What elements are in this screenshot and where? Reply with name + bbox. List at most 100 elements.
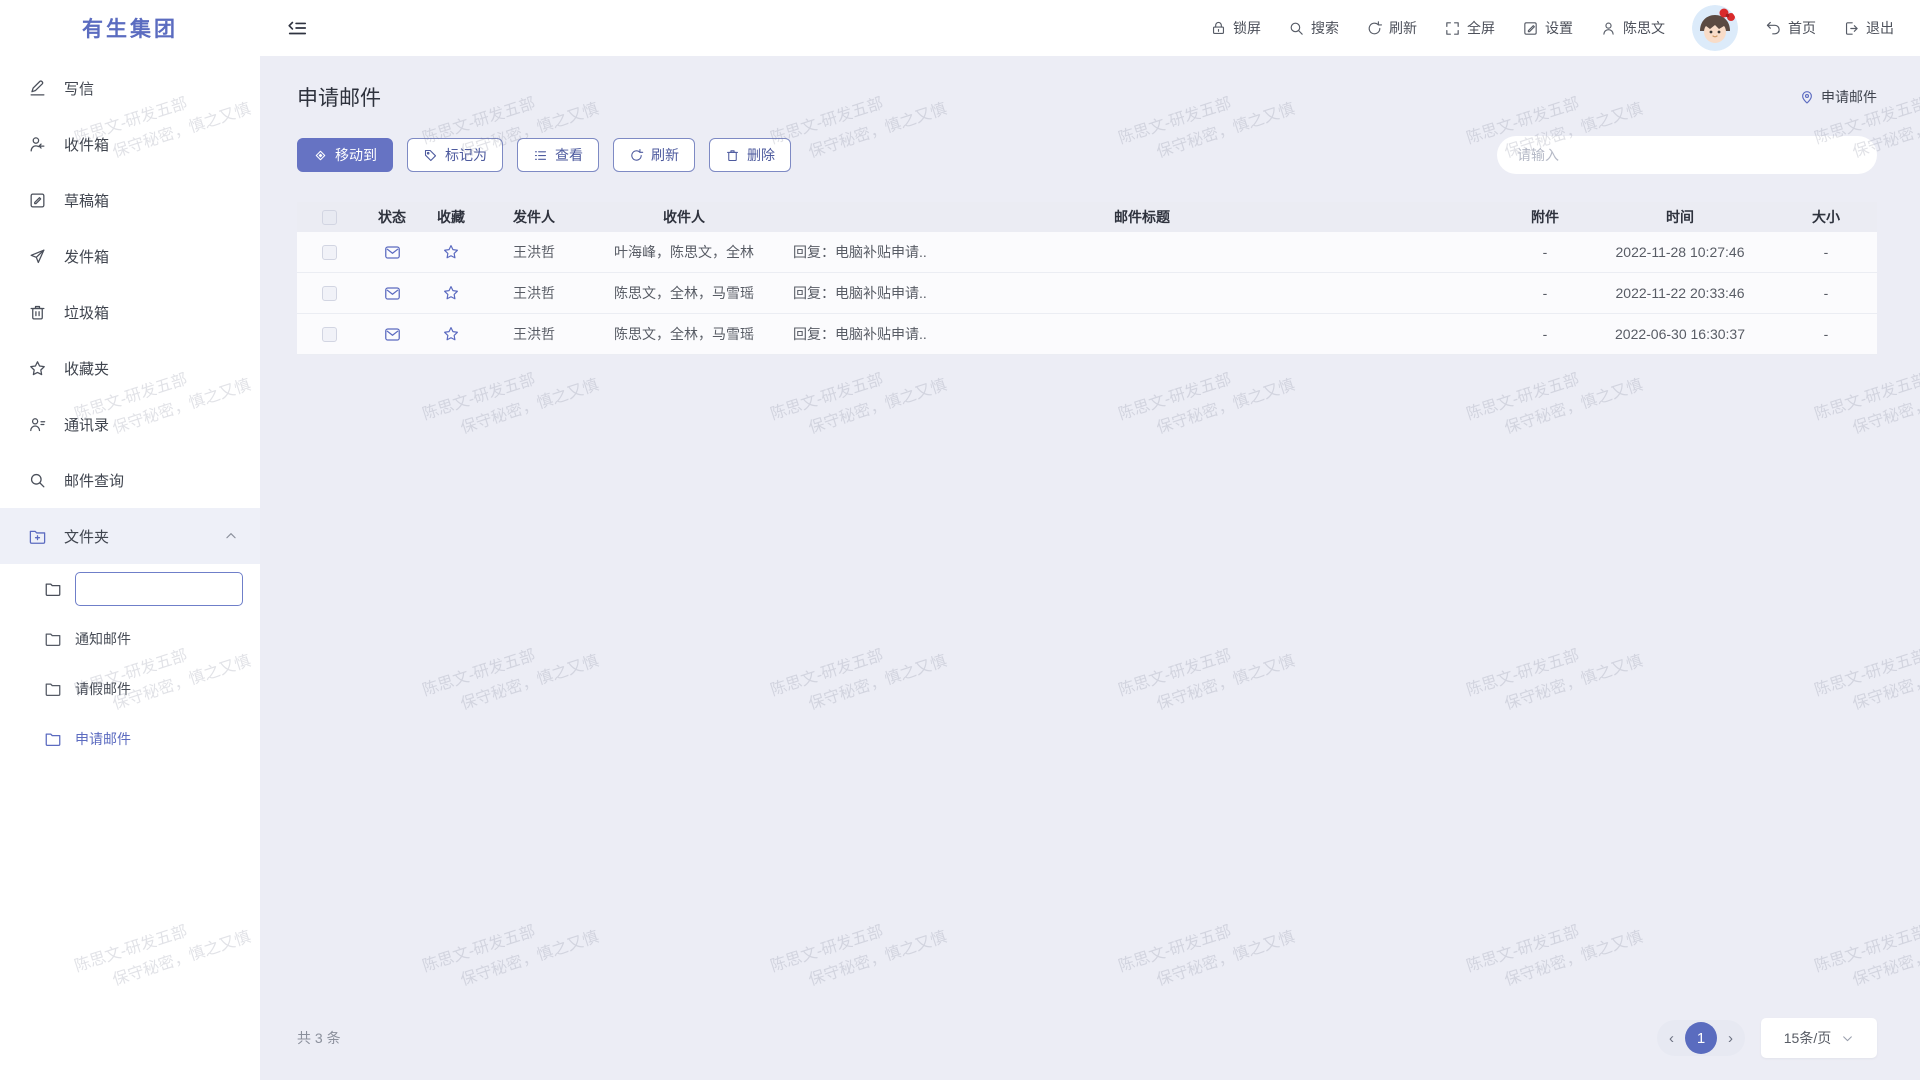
mail-status-icon [383, 284, 402, 303]
recipients: 陈思文，全林，马雪瑶 [589, 283, 779, 303]
logout-button[interactable]: 退出 [1843, 18, 1894, 38]
action-label: 退出 [1866, 18, 1894, 38]
refresh-button[interactable]: 刷新 [1366, 18, 1417, 38]
send-icon [28, 247, 47, 266]
toolbar: 移动到 标记为 查看 刷新 删除 [297, 136, 1877, 174]
topbar: 锁屏 搜索 刷新 全屏 设置 陈思文 首页 [260, 0, 1920, 56]
recipients: 陈思文，全林，马雪瑶 [589, 324, 779, 344]
sidebar-item-inbox[interactable]: 收件箱 [0, 116, 260, 172]
table-row[interactable]: 王洪哲 陈思文，全林，马雪瑶 回复：电脑补贴申请.. - 2022-11-22 … [297, 273, 1877, 314]
search-icon [28, 471, 47, 490]
avatar[interactable] [1692, 5, 1738, 51]
sidebar-item-label: 草稿箱 [64, 190, 109, 211]
move-to-button[interactable]: 移动到 [297, 138, 393, 172]
user-icon [1600, 20, 1617, 37]
col-time: 时间 [1585, 207, 1775, 227]
row-checkbox[interactable] [322, 327, 337, 342]
contacts-icon [28, 415, 47, 434]
button-label: 查看 [555, 145, 583, 165]
select-all-checkbox[interactable] [322, 210, 337, 225]
sidebar-item-label: 写信 [64, 78, 94, 99]
fullscreen-button[interactable]: 全屏 [1444, 18, 1495, 38]
col-subject: 邮件标题 [779, 207, 1505, 227]
favorite-star-icon[interactable] [442, 325, 460, 343]
sidebar-item-label: 邮件查询 [64, 470, 124, 491]
page-size-value: 15条/页 [1784, 1028, 1831, 1048]
table-row[interactable]: 王洪哲 陈思文，全林，马雪瑶 回复：电脑补贴申请.. - 2022-06-30 … [297, 314, 1877, 355]
button-label: 删除 [747, 145, 775, 165]
sender: 王洪哲 [479, 324, 589, 344]
sidebar-item-folders[interactable]: 文件夹 [0, 508, 260, 564]
menu-fold-icon[interactable] [286, 17, 308, 39]
refresh-icon [629, 148, 644, 163]
favorite-star-icon[interactable] [442, 284, 460, 302]
sender: 王洪哲 [479, 242, 589, 262]
folder-item-leave[interactable]: 请假邮件 [0, 664, 260, 714]
folder-plus-icon [28, 527, 47, 546]
total-count: 共 3 条 [297, 1028, 341, 1048]
sidebar-item-trash[interactable]: 垃圾箱 [0, 284, 260, 340]
attachment: - [1505, 244, 1585, 260]
sidebar-item-mail-query[interactable]: 邮件查询 [0, 452, 260, 508]
current-user[interactable]: 陈思文 [1600, 18, 1665, 38]
prev-page-button[interactable]: ‹ [1669, 1031, 1674, 1046]
refresh-icon [1366, 20, 1383, 37]
view-button[interactable]: 查看 [517, 138, 599, 172]
sidebar-item-favorites[interactable]: 收藏夹 [0, 340, 260, 396]
subject: 回复：电脑补贴申请.. [779, 283, 1505, 303]
folder-item-application[interactable]: 申请邮件 [0, 714, 260, 764]
breadcrumb-label: 申请邮件 [1821, 87, 1877, 107]
action-label: 搜索 [1311, 18, 1339, 38]
attachment: - [1505, 326, 1585, 342]
page-size-select[interactable]: 15条/页 [1761, 1018, 1877, 1058]
col-sender: 发件人 [479, 207, 589, 227]
recipients: 叶海峰，陈思文，全林 [589, 242, 779, 262]
col-size: 大小 [1775, 207, 1877, 227]
size: - [1775, 326, 1877, 342]
subject: 回复：电脑补贴申请.. [779, 242, 1505, 262]
new-folder-input[interactable] [75, 572, 243, 606]
breadcrumb[interactable]: 申请邮件 [1799, 87, 1877, 107]
row-checkbox[interactable] [322, 286, 337, 301]
home-button[interactable]: 首页 [1765, 18, 1816, 38]
mail-search-input[interactable] [1497, 136, 1877, 174]
refresh-list-button[interactable]: 刷新 [613, 138, 695, 172]
sidebar-item-sent[interactable]: 发件箱 [0, 228, 260, 284]
avatar-image [1692, 5, 1738, 51]
search-button[interactable]: 搜索 [1288, 18, 1339, 38]
row-checkbox[interactable] [322, 245, 337, 260]
size: - [1775, 244, 1877, 260]
delete-button[interactable]: 删除 [709, 138, 791, 172]
lock-screen-button[interactable]: 锁屏 [1210, 18, 1261, 38]
action-label: 设置 [1545, 18, 1573, 38]
button-label: 移动到 [335, 145, 377, 165]
mark-as-button[interactable]: 标记为 [407, 138, 503, 172]
chevron-down-icon [1841, 1032, 1854, 1045]
pager: ‹ 1 › [1657, 1020, 1745, 1056]
button-label: 标记为 [445, 145, 487, 165]
sidebar-item-label: 通讯录 [64, 414, 109, 435]
current-page[interactable]: 1 [1685, 1022, 1717, 1054]
lock-icon [1210, 20, 1227, 37]
sidebar-item-label: 发件箱 [64, 246, 109, 267]
settings-button[interactable]: 设置 [1522, 18, 1573, 38]
chevron-up-icon[interactable] [224, 529, 238, 543]
location-pin-icon [1799, 89, 1815, 105]
next-page-button[interactable]: › [1728, 1031, 1733, 1046]
tag-icon [423, 148, 438, 163]
folder-item-notice[interactable]: 通知邮件 [0, 614, 260, 664]
action-label: 锁屏 [1233, 18, 1261, 38]
trash-icon [725, 148, 740, 163]
mail-status-icon [383, 243, 402, 262]
folder-icon [44, 730, 62, 748]
table-row[interactable]: 王洪哲 叶海峰，陈思文，全林 回复：电脑补贴申请.. - 2022-11-28 … [297, 232, 1877, 273]
mail-table: 状态 收藏 发件人 收件人 邮件标题 附件 时间 大小 王洪哲 叶海峰，陈思文，… [297, 202, 1877, 355]
folder-item-label: 请假邮件 [75, 679, 131, 699]
sidebar-item-compose[interactable]: 写信 [0, 60, 260, 116]
edit-square-icon [1522, 20, 1539, 37]
sidebar-item-drafts[interactable]: 草稿箱 [0, 172, 260, 228]
new-folder-row [0, 564, 260, 614]
sidebar-item-contacts[interactable]: 通讯录 [0, 396, 260, 452]
user-name: 陈思文 [1623, 18, 1665, 38]
favorite-star-icon[interactable] [442, 243, 460, 261]
